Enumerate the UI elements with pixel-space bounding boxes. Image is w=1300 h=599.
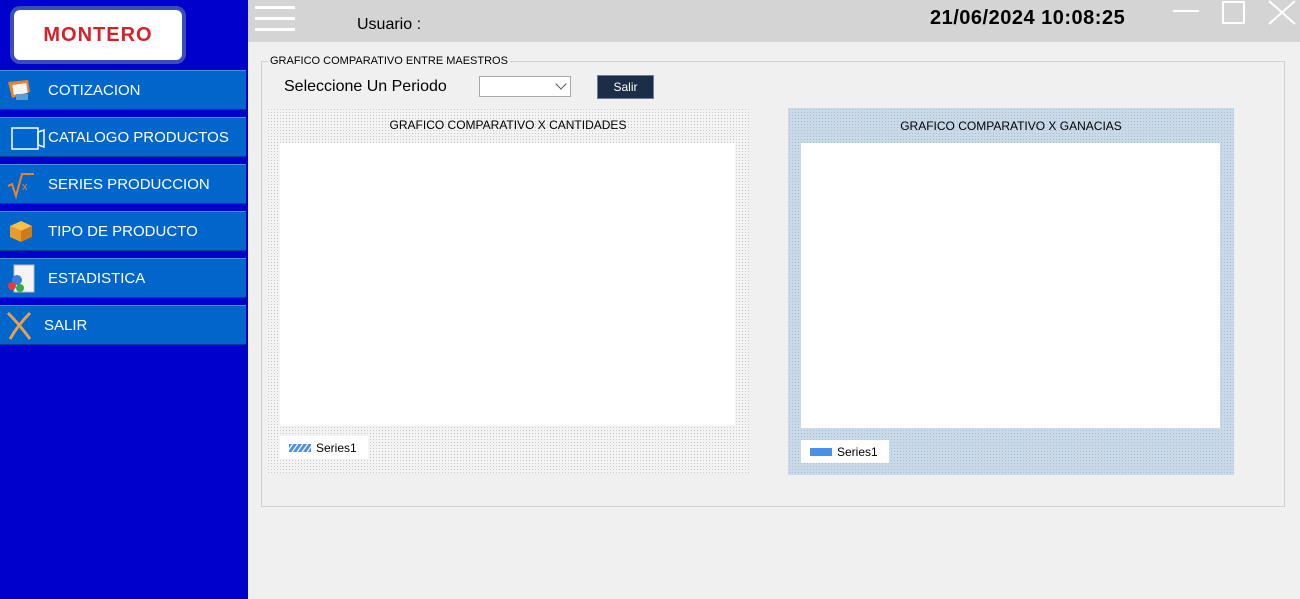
legend-swatch (810, 447, 832, 456)
legend: Series1 (280, 436, 368, 459)
exit-icon (0, 305, 44, 345)
sidebar-item-label: SERIES PRODUCCION (48, 175, 210, 193)
sidebar-item-label: SALIR (44, 316, 88, 334)
chart-profits: GRAFICO COMPARATIVO X GANACIAS Series1 (788, 108, 1234, 475)
group-title: GRAFICO COMPARATIVO ENTRE MAESTROS (268, 55, 510, 67)
chart-title: GRAFICO COMPARATIVO X GANACIAS (900, 119, 1122, 133)
legend-label: Series1 (837, 444, 878, 459)
sidebar-item-salir[interactable]: SALIR (0, 305, 246, 345)
period-select[interactable] (479, 76, 571, 97)
chart-quantities: GRAFICO COMPARATIVO X CANTIDADES Series1 (267, 108, 749, 473)
legend-swatch (289, 443, 311, 452)
sidebar-item-cotizacion[interactable]: COTIZACION (0, 70, 246, 110)
sidebar-item-series-produccion[interactable]: x SERIES PRODUCCION (0, 164, 246, 204)
exit-button[interactable]: Salir (597, 75, 654, 99)
stats-icon (0, 258, 48, 298)
close-icon[interactable] (1266, 0, 1300, 30)
logo: MONTERO (10, 6, 186, 64)
svg-text:x: x (22, 181, 28, 193)
datetime-display: 21/06/2024 10:08:25 (930, 7, 1126, 29)
sidebar-item-label: CATALOGO PRODUCTOS (48, 128, 229, 146)
sidebar-item-catalogo-productos[interactable]: CATALOGO PRODUCTOS (0, 117, 246, 157)
minimize-icon[interactable] (1170, 0, 1210, 30)
sidebar: MONTERO COTIZACION CATALOGO PRODUCTOS x (0, 0, 248, 599)
maximize-icon[interactable] (1220, 0, 1260, 30)
folder-icon (0, 117, 48, 157)
sqrt-icon: x (0, 164, 48, 204)
chevron-down-icon (555, 78, 567, 90)
quote-icon (0, 70, 48, 110)
sidebar-item-tipo-de-producto[interactable]: TIPO DE PRODUCTO (0, 211, 246, 251)
legend: Series1 (801, 440, 889, 463)
chart-title: GRAFICO COMPARATIVO X CANTIDADES (389, 118, 627, 132)
plot-area (280, 143, 735, 425)
title-bar: Usuario : 21/06/2024 10:08:25 (248, 0, 1300, 42)
user-label: Usuario : (357, 16, 422, 33)
sidebar-item-label: ESTADISTICA (48, 269, 146, 287)
plot-area (801, 143, 1220, 428)
hamburger-menu-icon[interactable] (255, 6, 295, 32)
logo-text: MONTERO (43, 23, 153, 46)
sidebar-item-label: TIPO DE PRODUCTO (48, 222, 198, 240)
period-label: Seleccione Un Periodo (284, 78, 447, 95)
box-icon (0, 211, 48, 251)
sidebar-item-estadistica[interactable]: ESTADISTICA (0, 258, 246, 298)
sidebar-item-label: COTIZACION (48, 81, 141, 99)
legend-label: Series1 (316, 440, 357, 455)
